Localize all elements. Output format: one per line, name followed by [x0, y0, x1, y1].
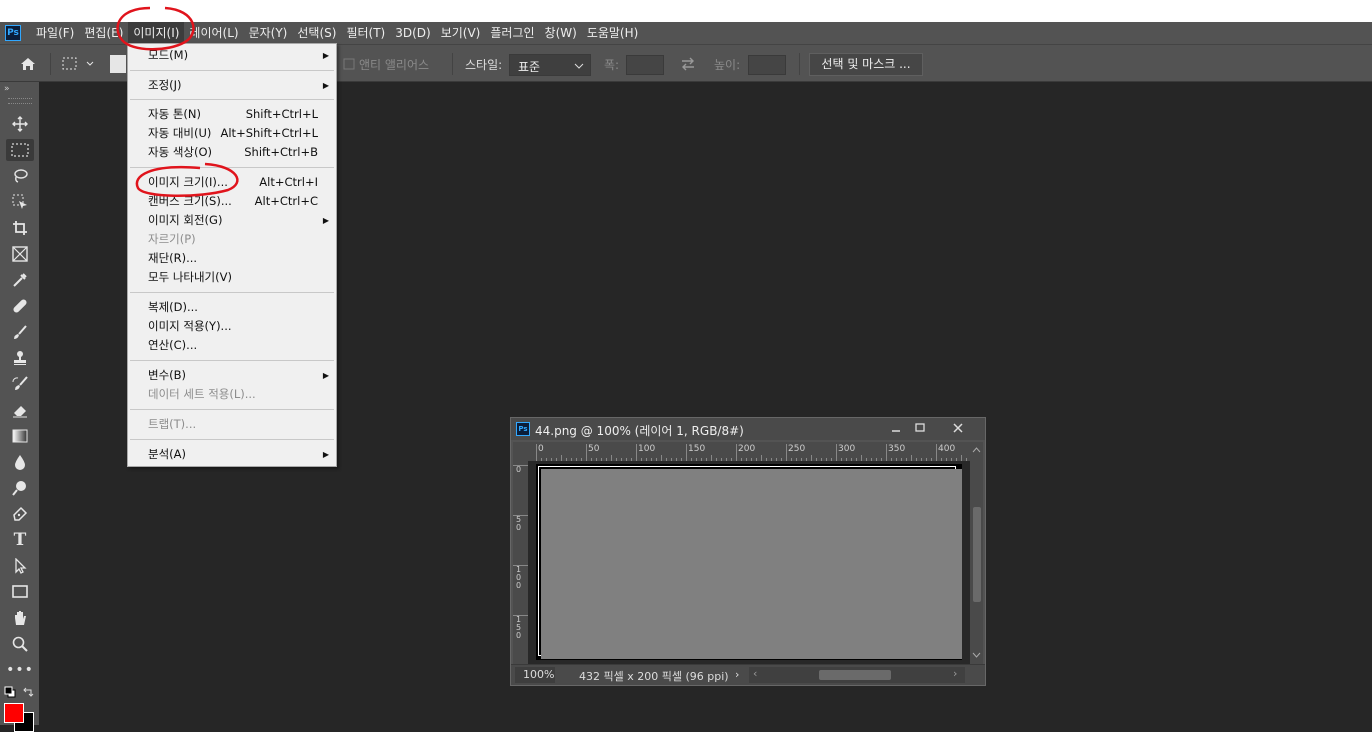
- annotation-circle-image-size: [135, 162, 239, 197]
- annotation-circle-image-menu: [116, 6, 195, 51]
- annotation-overlay: [116, 6, 239, 197]
